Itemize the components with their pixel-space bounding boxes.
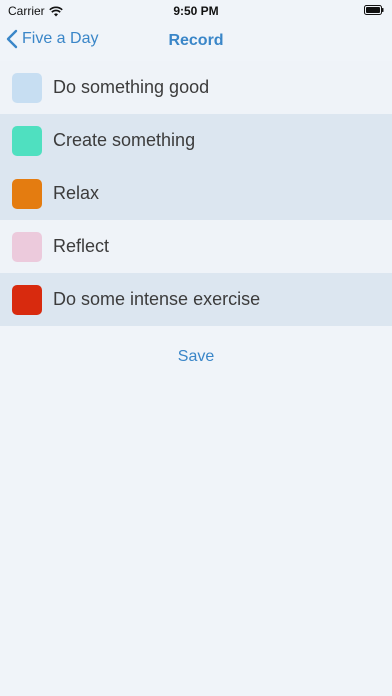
activity-row-create-something[interactable]: Create something xyxy=(0,114,392,167)
status-time: 9:50 PM xyxy=(173,4,219,18)
activity-label: Relax xyxy=(53,183,100,203)
status-bar: Carrier 9:50 PM xyxy=(0,0,392,22)
color-swatch xyxy=(12,231,42,262)
page-title: Record xyxy=(168,32,224,49)
activity-label: Reflect xyxy=(53,236,110,256)
activity-list: Do something good Create something Relax… xyxy=(0,61,392,326)
activity-row-relax[interactable]: Relax xyxy=(0,167,392,220)
battery-icon xyxy=(364,5,384,15)
activity-row-do-something-good[interactable]: Do something good xyxy=(0,61,392,114)
color-swatch xyxy=(12,125,42,156)
activity-label: Create something xyxy=(53,130,196,150)
save-button[interactable]: Save xyxy=(0,348,392,366)
color-swatch xyxy=(12,72,42,103)
color-swatch xyxy=(12,284,42,315)
activity-row-reflect[interactable]: Reflect xyxy=(0,220,392,273)
navigation-bar: Five a Day Record xyxy=(0,22,392,62)
activity-label: Do something good xyxy=(53,77,210,97)
activity-row-intense-exercise[interactable]: Do some intense exercise xyxy=(0,273,392,326)
activity-label: Do some intense exercise xyxy=(53,289,261,309)
color-swatch xyxy=(12,178,42,209)
